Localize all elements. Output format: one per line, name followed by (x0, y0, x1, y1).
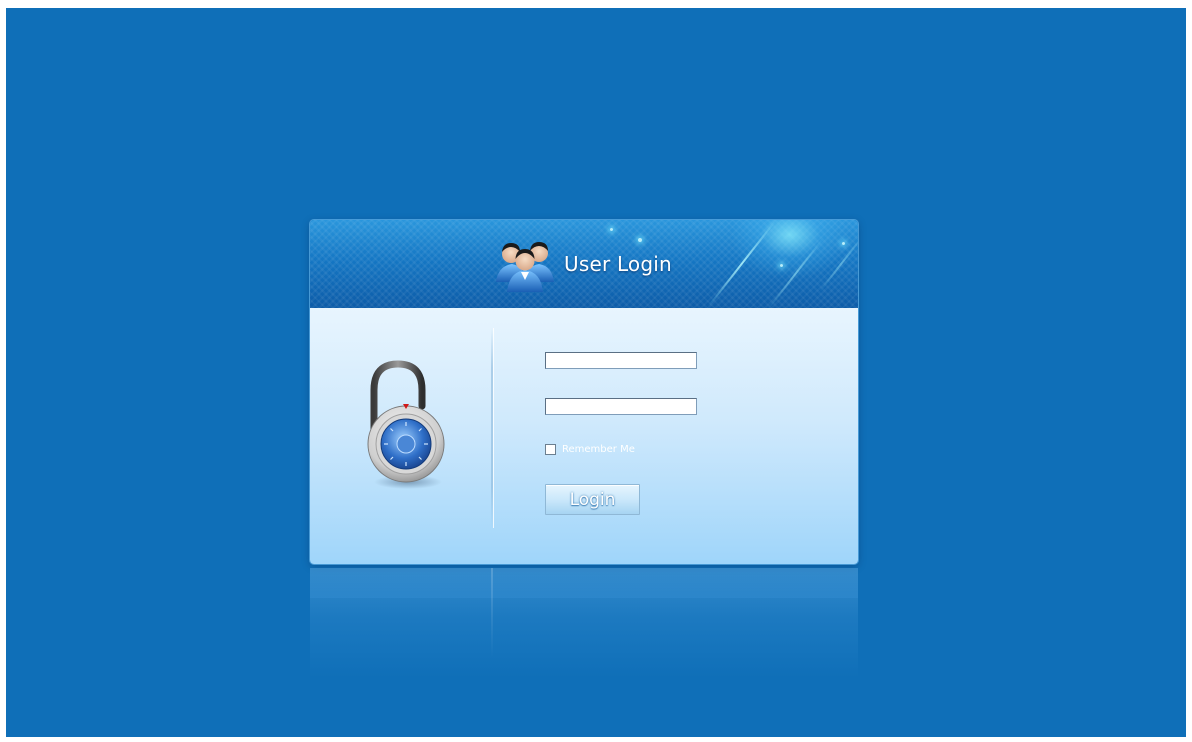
username-input[interactable] (545, 352, 697, 369)
header-title-group: User Login (494, 236, 672, 292)
password-input[interactable] (545, 398, 697, 415)
header-glow (730, 220, 850, 280)
remember-me-checkbox[interactable] (545, 444, 556, 455)
login-title: User Login (564, 252, 672, 276)
header-sparkle (780, 264, 783, 267)
users-icon (496, 242, 554, 292)
panel-reflection (310, 568, 858, 678)
reflection-header (310, 568, 858, 598)
remember-me-label[interactable]: Remember Me (562, 444, 635, 455)
padlock-icon (367, 360, 445, 489)
header-sparkle (842, 242, 845, 245)
remember-me-group[interactable]: Remember Me (545, 444, 635, 455)
panel-divider (491, 328, 493, 528)
login-header: User Login (310, 220, 858, 308)
login-panel: User Login Remember Me Login (310, 220, 858, 564)
login-body: Remember Me Login (310, 308, 858, 564)
login-button[interactable]: Login (545, 484, 640, 515)
page-background: User Login Remember Me Login (6, 8, 1186, 737)
reflection-divider (491, 568, 493, 658)
header-sparkle (610, 228, 613, 231)
